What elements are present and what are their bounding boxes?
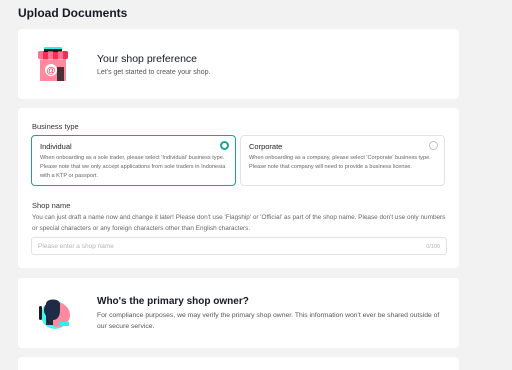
shop-name-label: Shop name: [32, 201, 71, 210]
person-profile-icon: [39, 299, 70, 329]
primary-owner-title: Who's the primary shop owner?: [97, 296, 249, 307]
shop-name-char-counter: 0/100: [426, 244, 440, 250]
business-type-option-individual[interactable]: Individual When onboarding as a sole tra…: [31, 135, 236, 186]
page-title: Upload Documents: [18, 6, 128, 20]
shop-details-card: Business type Individual When onboarding…: [18, 108, 459, 268]
option-description: When onboarding as a sole trader, please…: [40, 155, 226, 179]
option-title: Individual: [40, 142, 72, 151]
business-type-option-corporate[interactable]: Corporate When onboarding as a company, …: [240, 135, 445, 186]
next-section-card: [18, 357, 459, 370]
shop-preference-subtitle: Let's get started to create your shop.: [97, 69, 211, 76]
option-description: When onboarding as a company, please sel…: [249, 155, 431, 170]
shop-name-help-text: You can just draft a name now and change…: [32, 214, 446, 232]
business-type-label: Business type: [32, 122, 79, 131]
shop-preference-card: @ Your shop preference Let's get started…: [18, 29, 459, 99]
radio-selected-icon[interactable]: [220, 141, 229, 150]
radio-unselected-icon[interactable]: [429, 141, 438, 150]
svg-text:@: @: [46, 66, 55, 76]
primary-owner-card: Who's the primary shop owner? For compli…: [18, 278, 459, 348]
shop-name-input[interactable]: [31, 237, 447, 255]
shop-storefront-icon: @: [38, 47, 68, 81]
primary-owner-description: For compliance purposes, we may verify t…: [97, 312, 440, 330]
shop-preference-title: Your shop preference: [97, 53, 198, 65]
option-title: Corporate: [249, 142, 283, 151]
